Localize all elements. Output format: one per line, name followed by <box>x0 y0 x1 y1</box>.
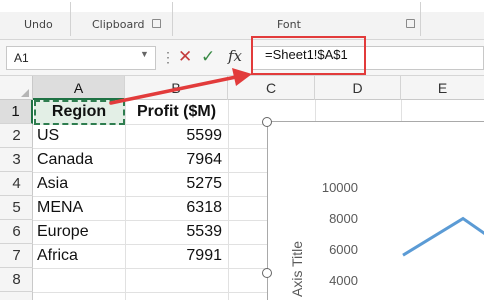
row-header-3[interactable]: 3 <box>0 148 33 172</box>
font-dialog-launcher-icon[interactable] <box>406 19 415 28</box>
row-headers: 1 2 3 4 5 6 7 8 <box>0 100 33 300</box>
ribbon-group-clipboard-label: Clipboard <box>92 18 145 31</box>
ribbon-top-strip <box>0 0 484 12</box>
enter-check-icon[interactable]: ✓ <box>201 47 215 67</box>
cell-region[interactable]: Asia <box>33 172 125 196</box>
name-box[interactable]: A1 <box>6 46 156 70</box>
cell-region[interactable]: US <box>33 124 125 148</box>
ribbon-separator <box>70 2 71 36</box>
cell-profit[interactable]: 7964 <box>125 148 228 172</box>
y-tick-label: 8000 <box>329 211 358 226</box>
chart-plot: 10000 8000 6000 4000 Axis Title <box>289 180 484 297</box>
row-header-2[interactable]: 2 <box>0 124 33 148</box>
chart-resize-handle[interactable] <box>262 268 272 278</box>
y-axis-title[interactable]: Axis Title <box>289 241 305 297</box>
chart-object[interactable]: 10000 8000 6000 4000 Axis Title <box>267 121 484 300</box>
gridline <box>228 100 229 300</box>
cell-profit[interactable]: 5599 <box>125 124 228 148</box>
cell-region[interactable]: Africa <box>33 244 125 268</box>
select-all-corner[interactable] <box>0 76 33 100</box>
row-header-7[interactable]: 7 <box>0 244 33 268</box>
insert-function-icon[interactable]: fx <box>228 47 242 65</box>
y-tick-label: 4000 <box>329 273 358 288</box>
column-header-a[interactable]: A <box>33 76 125 100</box>
column-header-d[interactable]: D <box>315 76 401 100</box>
clipboard-dialog-launcher-icon[interactable] <box>152 19 161 28</box>
column-headers: A B C D E <box>0 76 484 100</box>
column-header-b[interactable]: B <box>125 76 228 100</box>
cancel-icon[interactable]: ✕ <box>178 47 192 67</box>
column-header-c[interactable]: C <box>228 76 315 100</box>
cell-profit[interactable]: 6318 <box>125 196 228 220</box>
row-header-4[interactable]: 4 <box>0 172 33 196</box>
ribbon: Undo Clipboard Font <box>0 0 484 40</box>
ribbon-separator <box>420 2 421 36</box>
row-header-5[interactable]: 5 <box>0 196 33 220</box>
y-tick-label: 10000 <box>322 180 358 195</box>
cell-region[interactable]: MENA <box>33 196 125 220</box>
cell-profit[interactable]: 5539 <box>125 220 228 244</box>
ribbon-separator <box>172 2 173 36</box>
cell-a1[interactable]: Region <box>33 100 125 124</box>
ribbon-group-font-label: Font <box>277 18 301 31</box>
cell-profit[interactable]: 7991 <box>125 244 228 268</box>
column-header-e[interactable]: E <box>401 76 484 100</box>
y-tick-label: 6000 <box>329 242 358 257</box>
cell-region[interactable]: Europe <box>33 220 125 244</box>
select-all-triangle-icon <box>21 89 29 97</box>
cell-region[interactable]: Canada <box>33 148 125 172</box>
more-options-icon[interactable]: ⋮ <box>161 48 175 66</box>
chart-resize-handle[interactable] <box>262 117 272 127</box>
cell-profit[interactable]: 5275 <box>125 172 228 196</box>
series-line[interactable] <box>402 216 484 261</box>
cell-b1[interactable]: Profit ($M) <box>125 100 228 124</box>
chevron-down-icon[interactable]: ▼ <box>140 49 149 59</box>
formula-bar: A1 ▼ ⋮ ✕ ✓ fx <box>0 40 484 76</box>
row-header-1[interactable]: 1 <box>0 100 33 124</box>
row-header-6[interactable]: 6 <box>0 220 33 244</box>
ribbon-group-undo-label: Undo <box>24 18 53 31</box>
row-header-8[interactable]: 8 <box>0 268 33 292</box>
formula-highlight-box <box>251 36 366 75</box>
